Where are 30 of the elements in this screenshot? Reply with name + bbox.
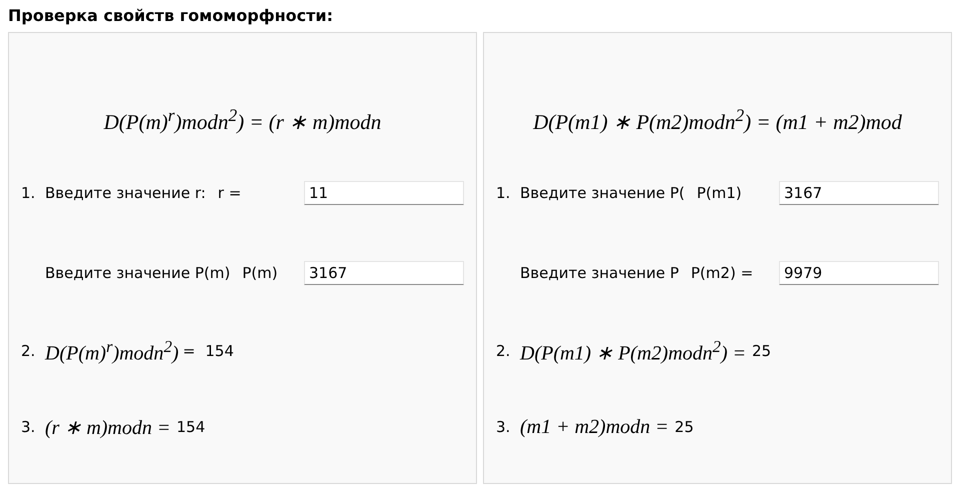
field-label: Введите значение P <box>520 264 679 282</box>
input-field[interactable]: 3167 <box>304 261 464 285</box>
field-label: Введите значение r: <box>45 184 206 202</box>
formula: (r ∗ m)modn = <box>45 416 170 440</box>
field-prefix: P(m1) <box>696 184 742 202</box>
step-number: 1. <box>21 184 36 202</box>
result-value: 25 <box>674 418 694 436</box>
input-field[interactable]: 11 <box>304 181 464 205</box>
result-value: 154 <box>176 418 206 436</box>
input-field[interactable]: 3167 <box>779 181 939 205</box>
formula: D(P(m)$^{r}$)modn$^{2}$) <box>45 336 179 366</box>
page-title: Проверка свойств гомоморфности: <box>8 6 334 27</box>
step-number: 1. <box>496 184 510 202</box>
equals-sign: = <box>182 342 196 360</box>
field-prefix: P(m2) = <box>690 264 754 282</box>
formula: (m1 + m2)modn = <box>520 416 669 438</box>
field-label: Введите значение P(m) <box>45 264 230 282</box>
formula: D(P(m)$^{r}$)modn$^{2}$) = (r ∗ m)modn <box>104 105 382 135</box>
result-value: 154 <box>205 342 234 360</box>
field-prefix: r = <box>218 184 242 202</box>
input-field[interactable]: 9979 <box>779 261 939 285</box>
step-number: 3. <box>496 418 510 436</box>
field-label: Введите значение P( <box>520 184 685 202</box>
field-prefix: P(m) <box>242 264 278 282</box>
result-value: 25 <box>752 342 772 360</box>
formula: D(P(m1) ∗ P(m2)modn$^{2}$) = <box>520 336 746 366</box>
formula: D(P(m1) ∗ P(m2)modn$^{2}$) = (m1 + m2)mod <box>533 105 902 135</box>
step-number: 3. <box>21 418 36 436</box>
step-number: 2. <box>21 342 36 360</box>
step-number: 2. <box>496 342 510 360</box>
